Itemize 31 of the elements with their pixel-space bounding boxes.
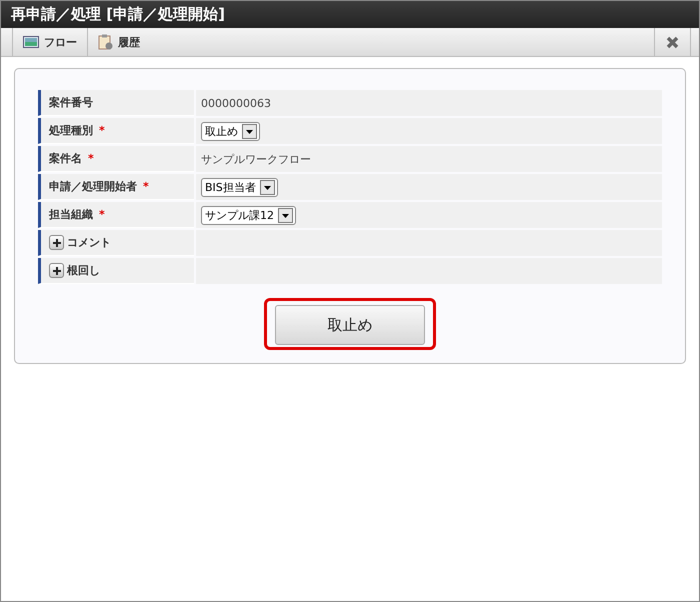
plus-icon [52, 266, 62, 276]
dropdown-icon [278, 208, 293, 222]
field-label: 根回し [67, 263, 100, 278]
expand-button[interactable] [49, 235, 64, 250]
submit-button[interactable]: 取止め [275, 305, 425, 345]
close-button[interactable] [654, 28, 691, 56]
field-value: 0000000063 [201, 96, 271, 110]
required-mark: * [99, 124, 105, 137]
plus-icon [52, 238, 62, 248]
field-label: 案件番号 [49, 95, 93, 110]
required-mark: * [99, 208, 105, 221]
field-label: 案件名 [49, 151, 82, 166]
close-icon [666, 36, 679, 48]
field-label: コメント [67, 235, 111, 250]
field-label: 処理種別 [49, 123, 93, 138]
select-field[interactable]: 取止め [201, 122, 260, 140]
required-mark: * [88, 152, 94, 165]
select-field[interactable]: BIS担当者 [201, 178, 278, 196]
clipboard-icon [98, 34, 113, 50]
expand-button[interactable] [49, 263, 64, 278]
field-label: 担当組織 [49, 207, 93, 222]
image-icon [23, 36, 39, 48]
field-value: サンプルワークフロー [201, 152, 311, 166]
window-title: 再申請／処理 [申請／処理開始] [11, 5, 225, 24]
toolbar-tab[interactable]: 履歴 [87, 28, 150, 56]
toolbar-tab[interactable]: フロー [12, 28, 87, 56]
dropdown-icon [260, 180, 275, 194]
field-label: 申請／処理開始者 [49, 179, 137, 194]
required-mark: * [143, 180, 149, 193]
dropdown-icon [242, 124, 257, 138]
select-field[interactable]: サンプル課12 [201, 206, 296, 224]
